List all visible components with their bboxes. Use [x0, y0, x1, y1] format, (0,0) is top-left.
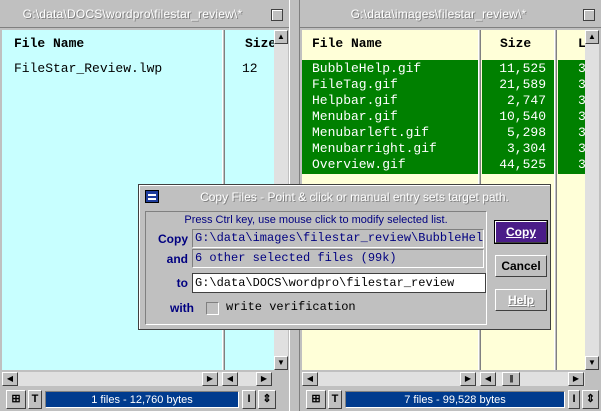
left-tree-button[interactable]: T: [28, 390, 42, 409]
left-info-button[interactable]: I: [242, 390, 256, 409]
left-scroll-right-icon[interactable]: ▶: [202, 372, 218, 386]
right-file-name[interactable]: Menubarright.gif: [312, 141, 437, 157]
left-col-scroll-right-icon[interactable]: ▶: [256, 372, 272, 386]
right-file-lw[interactable]: 3: [578, 77, 585, 93]
right-grid-view-icon[interactable]: ⊞: [306, 390, 326, 409]
dialog-title: Copy Files - Point & click or manual ent…: [200, 190, 509, 204]
left-statusbar: ⊞ T 1 files - 12,760 bytes I ⇕: [0, 388, 289, 411]
left-col-header-size[interactable]: Size: [245, 36, 275, 51]
right-sort-icon[interactable]: ⇕: [582, 390, 599, 409]
right-col-header-size[interactable]: Size: [500, 36, 531, 51]
right-tree-button[interactable]: T: [328, 390, 342, 409]
right-col-header-name[interactable]: File Name: [312, 36, 382, 51]
right-status-text: 7 files - 99,528 bytes: [345, 391, 565, 408]
dialog-hint: Press Ctrl key, use mouse click to modif…: [184, 214, 448, 226]
write-verification-checkbox[interactable]: [206, 302, 219, 315]
right-scroll-down-icon[interactable]: ▼: [585, 356, 599, 370]
left-scroll-up-icon[interactable]: ▲: [274, 30, 288, 44]
left-col-header-name[interactable]: File Name: [14, 36, 84, 51]
right-file-name[interactable]: Menubarleft.gif: [312, 125, 429, 141]
left-col-scroll-left-icon[interactable]: ◀: [222, 372, 238, 386]
dialog-titlebar[interactable]: Copy Files - Point & click or manual ent…: [139, 185, 550, 209]
right-file-name[interactable]: Helpbar.gif: [312, 93, 398, 109]
dialog-system-menu-icon[interactable]: [145, 190, 159, 203]
right-file-lw[interactable]: 3: [578, 93, 585, 109]
right-file-name[interactable]: BubbleHelp.gif: [312, 61, 421, 77]
right-file-size[interactable]: 11,525: [490, 61, 546, 77]
right-info-button[interactable]: I: [568, 390, 580, 409]
left-file-name[interactable]: FileStar_Review.lwp: [14, 61, 162, 77]
right-col-scroll-left-icon[interactable]: ◀: [480, 372, 496, 386]
right-file-size[interactable]: 10,540: [490, 109, 546, 125]
right-scroll-thumb[interactable]: |||: [502, 372, 520, 386]
left-horizontal-scrollbar[interactable]: ◀ ▶ ◀ ▶: [2, 372, 272, 386]
right-scroll-up-icon[interactable]: ▲: [585, 30, 599, 44]
right-col-header-lw[interactable]: LW: [578, 36, 585, 51]
left-maximize-icon[interactable]: [271, 9, 283, 21]
copy-button[interactable]: Copy: [494, 220, 548, 244]
right-scroll-right-icon[interactable]: ▶: [460, 372, 476, 386]
left-pane-titlebar[interactable]: G:\data\DOCS\wordpro\filestar_review\*: [0, 0, 289, 28]
left-pane-path: G:\data\DOCS\wordpro\filestar_review\*: [22, 7, 243, 21]
right-file-size[interactable]: 5,298: [490, 125, 546, 141]
right-maximize-icon[interactable]: [583, 9, 595, 21]
left-status-text: 1 files - 12,760 bytes: [45, 391, 239, 408]
left-grid-view-icon[interactable]: ⊞: [6, 390, 26, 409]
other-files-field[interactable]: 6 other selected files (99k): [192, 249, 484, 268]
right-file-name[interactable]: Overview.gif: [312, 157, 406, 173]
and-label: and: [166, 252, 188, 266]
copy-label: Copy: [158, 232, 188, 246]
right-file-name[interactable]: Menubar.gif: [312, 109, 398, 125]
right-file-size[interactable]: 44,525: [490, 157, 546, 173]
left-file-size[interactable]: 12: [242, 61, 258, 77]
right-file-lw[interactable]: 3: [578, 61, 585, 77]
to-label: to: [176, 276, 188, 290]
copy-files-dialog: Copy Files - Point & click or manual ent…: [138, 184, 551, 330]
write-verification-label[interactable]: write verification: [226, 300, 356, 314]
dialog-form-panel: Press Ctrl key, use mouse click to modif…: [145, 211, 487, 325]
help-button[interactable]: Help: [495, 289, 547, 311]
right-column-divider-2[interactable]: [554, 30, 557, 370]
right-file-size[interactable]: 21,589: [490, 77, 546, 93]
left-scroll-left-icon[interactable]: ◀: [2, 372, 18, 386]
right-file-size[interactable]: 2,747: [490, 93, 546, 109]
with-label: with: [170, 301, 194, 315]
copy-source-field[interactable]: G:\data\images\filestar_review\BubbleHel…: [192, 229, 484, 248]
left-scroll-down-icon[interactable]: ▼: [274, 356, 288, 370]
right-col-scroll-right-icon[interactable]: ▶: [568, 372, 584, 386]
right-statusbar: ⊞ T 7 files - 99,528 bytes I ⇕: [300, 388, 601, 411]
right-pane-path: G:\data\images\filestar_review\*: [350, 7, 527, 21]
left-sort-icon[interactable]: ⇕: [258, 390, 276, 409]
right-file-name[interactable]: FileTag.gif: [312, 77, 398, 93]
right-file-lw[interactable]: 3: [578, 109, 585, 125]
right-horizontal-scrollbar[interactable]: ◀ ▶ ◀ ||| ▶: [302, 372, 585, 386]
right-scroll-left-icon[interactable]: ◀: [302, 372, 318, 386]
right-file-lw[interactable]: 3: [578, 125, 585, 141]
target-path-input[interactable]: G:\data\DOCS\wordpro\filestar_review: [192, 273, 486, 293]
cancel-button[interactable]: Cancel: [495, 255, 547, 277]
filestar-window: G:\data\DOCS\wordpro\filestar_review\* F…: [0, 0, 601, 411]
right-file-lw[interactable]: 3: [578, 157, 585, 173]
right-pane-titlebar[interactable]: G:\data\images\filestar_review\*: [300, 0, 601, 28]
right-vertical-scrollbar[interactable]: ▲ ▼: [585, 30, 599, 370]
right-file-lw[interactable]: 3: [578, 141, 585, 157]
right-file-size[interactable]: 3,304: [490, 141, 546, 157]
